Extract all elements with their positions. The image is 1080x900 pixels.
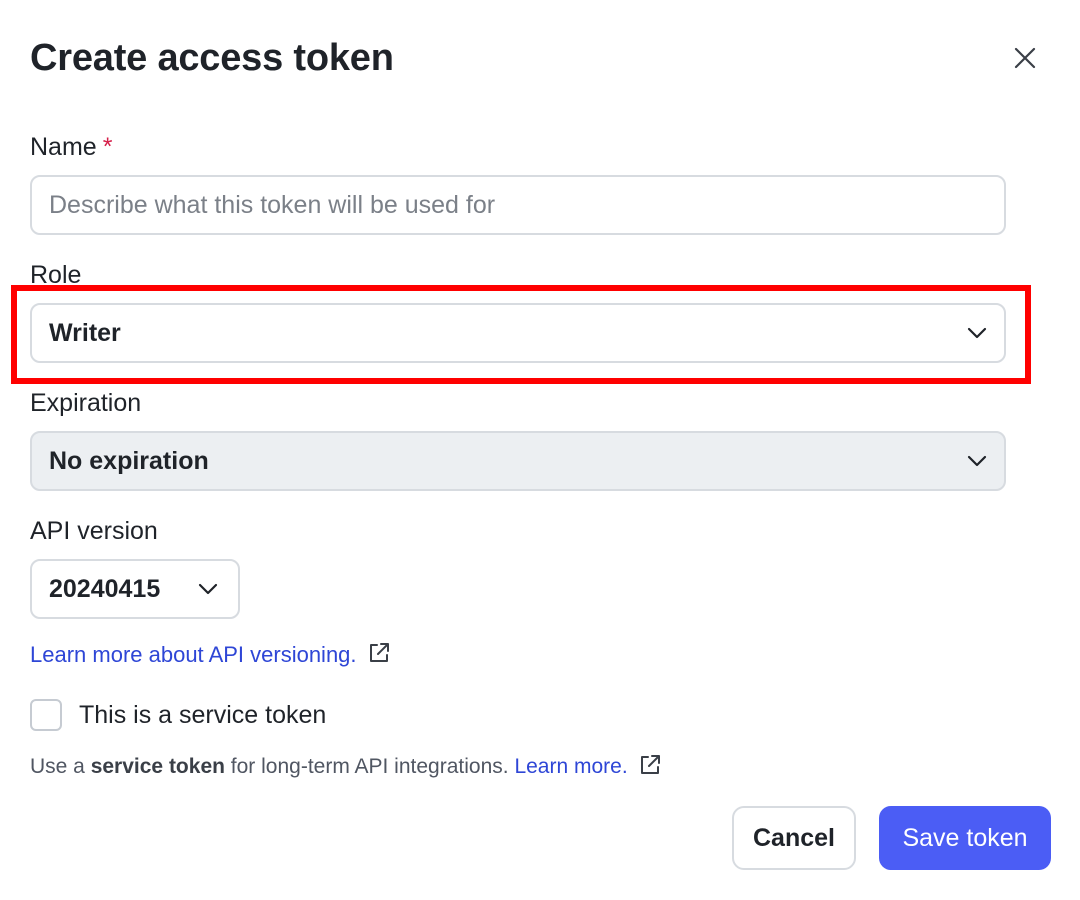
chevron-down-icon: [967, 327, 987, 339]
role-selected-value: Writer: [49, 318, 121, 347]
name-label: Name: [30, 133, 97, 161]
required-marker: *: [102, 133, 113, 161]
api-versioning-link[interactable]: Learn more about API versioning.: [30, 642, 357, 667]
name-field[interactable]: [30, 175, 1006, 235]
service-token-help: Use a service token for long-term API in…: [30, 752, 662, 782]
api-version-selected-value: 20240415: [49, 574, 161, 603]
expiration-selected-value: No expiration: [49, 446, 209, 475]
close-button[interactable]: [1008, 41, 1042, 75]
cancel-button[interactable]: Cancel: [732, 806, 856, 870]
close-icon: [1014, 47, 1036, 69]
role-label: Role: [30, 261, 82, 289]
service-token-label[interactable]: This is a service token: [79, 699, 326, 731]
expiration-select[interactable]: No expiration: [30, 431, 1006, 491]
external-link-icon[interactable]: [367, 641, 391, 665]
create-token-dialog: Create access token Name* Role Writer Ex…: [0, 0, 1080, 900]
api-version-select[interactable]: 20240415: [30, 559, 240, 619]
expiration-label: Expiration: [30, 389, 142, 417]
name-input[interactable]: [32, 177, 1004, 233]
help-text-suffix: for long-term API integrations.: [224, 755, 509, 778]
role-select[interactable]: Writer: [30, 303, 1006, 363]
external-link-icon[interactable]: [638, 753, 662, 777]
dialog-title: Create access token: [30, 37, 394, 79]
service-token-checkbox[interactable]: [30, 699, 62, 731]
service-token-learn-more-link[interactable]: Learn more.: [514, 755, 627, 778]
help-text-bold: service token: [90, 755, 225, 778]
chevron-down-icon: [198, 583, 218, 595]
api-versioning-link-row: Learn more about API versioning.: [30, 639, 391, 671]
api-version-label: API version: [30, 517, 158, 545]
help-text-prefix: Use a: [30, 755, 91, 778]
save-token-button[interactable]: Save token: [879, 806, 1051, 870]
name-label-row: Name *: [30, 131, 112, 163]
chevron-down-icon: [967, 455, 987, 467]
